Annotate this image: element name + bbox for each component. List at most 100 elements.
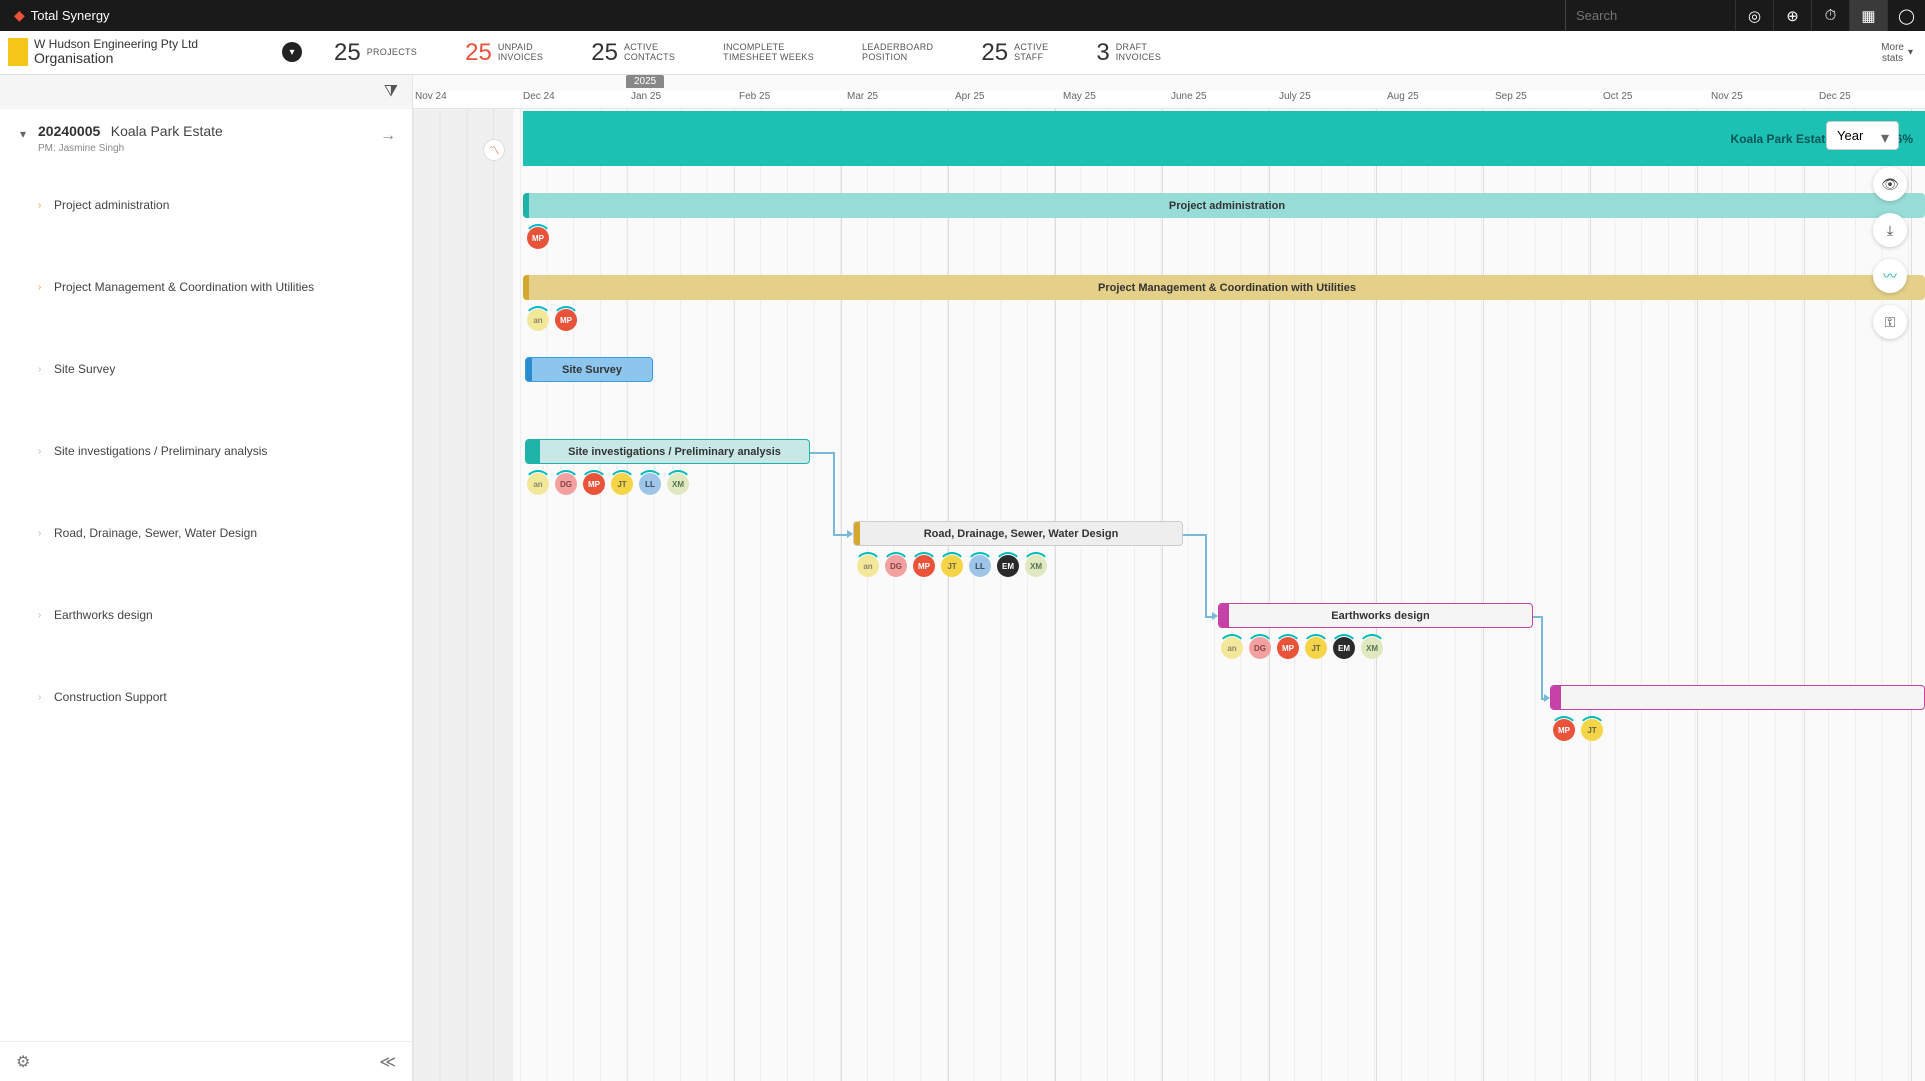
avatar[interactable]: MP [1277, 637, 1299, 659]
location-icon[interactable]: ◎ [1735, 0, 1773, 31]
avatar[interactable]: MP [555, 309, 577, 331]
timescale-select[interactable]: Year [1826, 121, 1899, 150]
gantt-bar-road-design[interactable]: Road, Drainage, Sewer, Water Design [853, 521, 1183, 546]
sidebar-filter-row: ⧩ [0, 75, 412, 109]
org-sub: Organisation [34, 51, 282, 66]
avatar[interactable]: DG [555, 473, 577, 495]
project-name: Koala Park Estate [111, 123, 223, 139]
add-icon[interactable]: ⊕ [1773, 0, 1811, 31]
project-header[interactable]: ▾ 20240005 Koala Park Estate PM: Jasmine… [0, 109, 412, 164]
avatar[interactable]: an [1221, 637, 1243, 659]
search-input[interactable] [1576, 8, 1725, 23]
download-icon[interactable]: ⤓ [1873, 213, 1907, 247]
avatar[interactable]: XM [667, 473, 689, 495]
month-axis: Nov 24 Dec 24 Jan 25 Feb 25 Mar 25 Apr 2… [413, 91, 1925, 109]
gantt-toolbar: 👁 ⤓ 〰 ⚿ [1873, 167, 1907, 339]
key-icon[interactable]: ⚿ [1873, 305, 1907, 339]
avatar[interactable]: MP [1553, 719, 1575, 741]
assignee-group: an DG MP JT LL XM [527, 473, 689, 495]
stat-projects[interactable]: 25 PROJECTS [310, 39, 441, 67]
settings-icon[interactable]: ⚙ [16, 1052, 30, 1072]
calendar-icon[interactable]: ▦ [1849, 0, 1887, 31]
stat-active-staff[interactable]: 25 ACTIVESTAFF [957, 39, 1072, 67]
avatar[interactable]: JT [941, 555, 963, 577]
gantt-bar-pm-utilities[interactable]: Project Management & Coordination with U… [523, 275, 1925, 300]
avatar[interactable]: EM [1333, 637, 1355, 659]
collapse-icon[interactable]: ▾ [20, 123, 38, 141]
sidebar-footer: ⚙ ≪ [0, 1041, 412, 1081]
sidebar-item[interactable]: ›Earthworks design [0, 574, 412, 656]
year-marker: 2025 [626, 75, 664, 88]
avatar[interactable]: MP [527, 227, 549, 249]
avatar[interactable]: an [527, 309, 549, 331]
gantt-grid [413, 109, 1925, 1081]
sidebar-item[interactable]: ›Construction Support [0, 656, 412, 738]
chevron-right-icon: › [38, 610, 41, 621]
stat-active-contacts[interactable]: 25 ACTIVECONTACTS [567, 39, 699, 67]
avatar[interactable]: MP [583, 473, 605, 495]
more-stats-toggle[interactable]: More stats▾ [1869, 42, 1925, 64]
avatar[interactable]: MP [913, 555, 935, 577]
chevron-right-icon: › [38, 364, 41, 375]
timer-icon[interactable]: ⏱ [1811, 0, 1849, 31]
avatar[interactable]: JT [1581, 719, 1603, 741]
avatar[interactable]: an [857, 555, 879, 577]
chevron-right-icon: › [38, 446, 41, 457]
avatar[interactable]: DG [1249, 637, 1271, 659]
filter-icon[interactable]: ⧩ [384, 83, 398, 101]
sidebar-item[interactable]: ›Site Survey [0, 328, 412, 410]
avatar[interactable]: XM [1025, 555, 1047, 577]
assignee-group: an DG MP JT EM XM [1221, 637, 1383, 659]
past-shade [413, 109, 513, 1081]
sidebar-item[interactable]: ›Road, Drainage, Sewer, Water Design [0, 492, 412, 574]
assignee-group: MP [527, 227, 549, 249]
chevron-right-icon: › [38, 528, 41, 539]
assignee-group: an MP [527, 309, 577, 331]
stat-draft-invoices[interactable]: 3 DRAFTINVOICES [1072, 39, 1185, 67]
avatar[interactable]: JT [611, 473, 633, 495]
account-icon[interactable]: ◯ [1887, 0, 1925, 31]
gantt-bar-project-summary[interactable]: Koala Park Estate $709K @ 56% [523, 111, 1925, 166]
topbar: ◆ Total Synergy ◎ ⊕ ⏱ ▦ ◯ [0, 0, 1925, 31]
avatar[interactable]: DG [885, 555, 907, 577]
chevron-right-icon: › [38, 282, 41, 293]
sidebar-item[interactable]: ›Project Management & Coordination with … [0, 246, 412, 328]
trend-icon[interactable]: 〽 [483, 139, 505, 161]
chevron-right-icon: › [38, 692, 41, 703]
collapse-sidebar-icon[interactable]: ≪ [379, 1052, 396, 1072]
statsbar: W Hudson Engineering Pty Ltd Organisatio… [0, 31, 1925, 75]
gantt-bar-site-survey[interactable]: Site Survey [525, 357, 653, 382]
global-search[interactable] [1565, 0, 1735, 31]
assignee-group: an DG MP JT LL EM XM [857, 555, 1047, 577]
stat-incomplete-timesheet[interactable]: INCOMPLETETIMESHEET WEEKS [699, 43, 838, 63]
sidebar-item[interactable]: ›Project administration [0, 164, 412, 246]
open-project-icon[interactable]: → [380, 123, 396, 145]
top-icon-group: ◎ ⊕ ⏱ ▦ ◯ [1735, 0, 1925, 31]
gantt-bar-earthworks[interactable]: Earthworks design [1218, 603, 1533, 628]
chevron-right-icon: › [38, 200, 41, 211]
org-selector[interactable]: W Hudson Engineering Pty Ltd Organisatio… [0, 38, 310, 67]
avatar[interactable]: LL [639, 473, 661, 495]
avatar[interactable]: LL [969, 555, 991, 577]
gantt-bar-project-admin[interactable]: Project administration [523, 193, 1925, 218]
brand-text: Total Synergy [31, 8, 110, 23]
org-color-swatch [8, 38, 28, 66]
settings-line-icon[interactable]: 〰 [1873, 259, 1907, 293]
avatar[interactable]: JT [1305, 637, 1327, 659]
assignee-group: MP JT [1553, 719, 1603, 741]
avatar[interactable]: XM [1361, 637, 1383, 659]
gantt-bar-construction-support[interactable] [1550, 685, 1925, 710]
avatar[interactable]: EM [997, 555, 1019, 577]
app-logo[interactable]: ◆ Total Synergy [0, 7, 124, 24]
task-list: ›Project administration ›Project Managem… [0, 164, 412, 1081]
stat-leaderboard[interactable]: LEADERBOARDPOSITION [838, 43, 957, 63]
org-dropdown-icon[interactable]: ▾ [282, 42, 302, 62]
project-code: 20240005 [38, 123, 100, 139]
visibility-icon[interactable]: 👁 [1873, 167, 1907, 201]
gantt-bar-site-investigations[interactable]: Site investigations / Preliminary analys… [525, 439, 810, 464]
sidebar-item[interactable]: ›Site investigations / Preliminary analy… [0, 410, 412, 492]
avatar[interactable]: an [527, 473, 549, 495]
stat-unpaid-invoices[interactable]: 25 UNPAIDINVOICES [441, 39, 567, 67]
gantt-chart[interactable]: 2025 Nov 24 Dec 24 Jan 25 Feb 25 Mar 25 … [413, 75, 1925, 1081]
logo-icon: ◆ [14, 7, 25, 24]
